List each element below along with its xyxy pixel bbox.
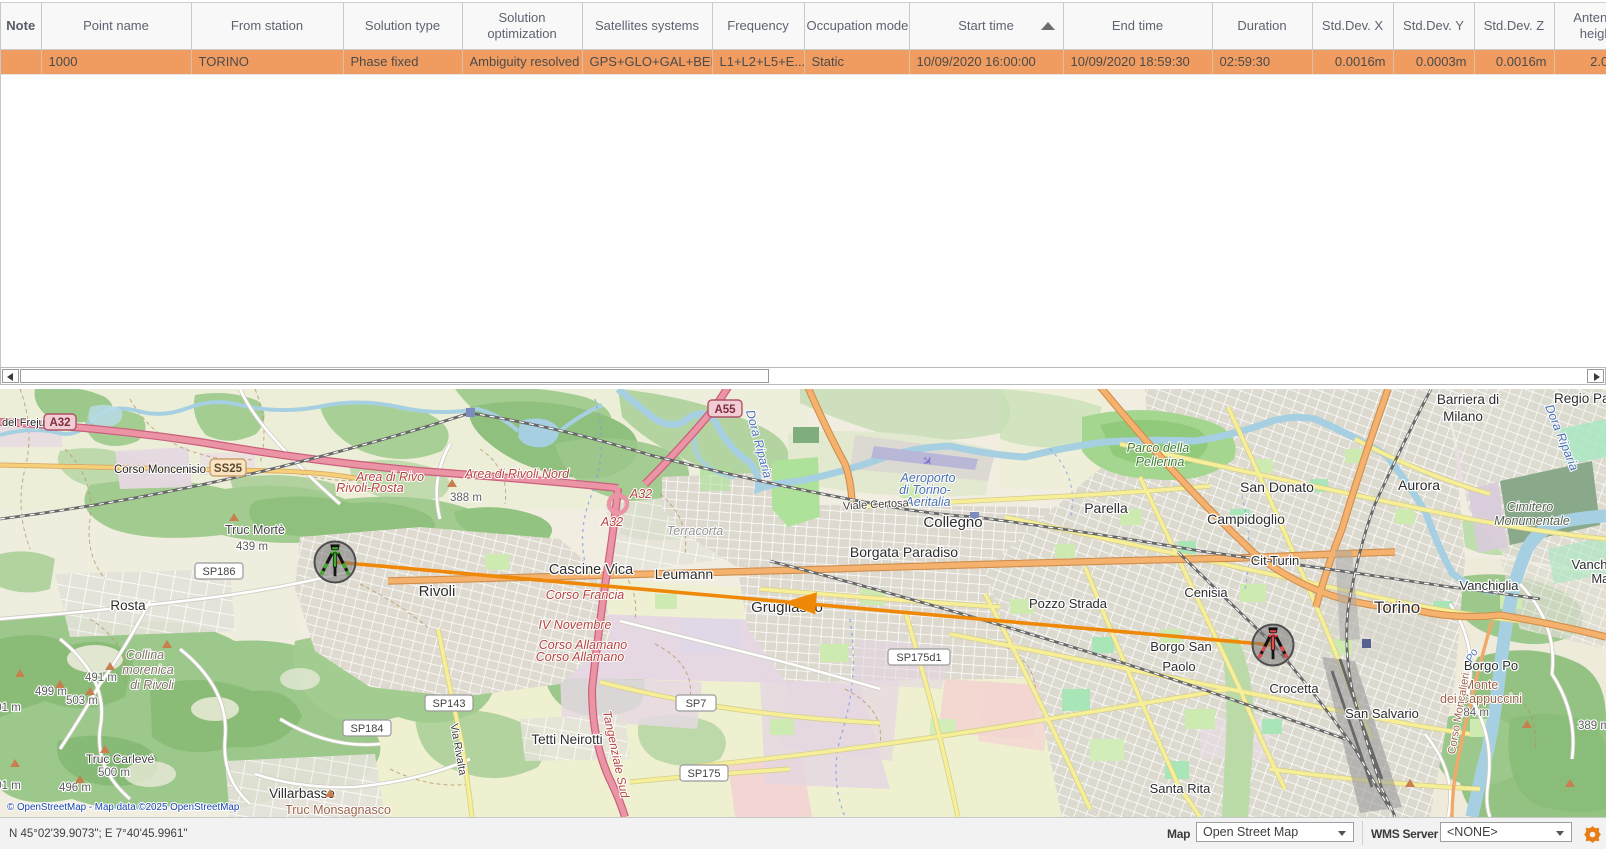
svg-text:Barriera di: Barriera di	[1437, 392, 1499, 407]
svg-text:Truc Mortè: Truc Mortè	[225, 523, 285, 537]
svg-text:Corso Moncenisio: Corso Moncenisio	[114, 464, 206, 476]
svg-text:503 m: 503 m	[66, 695, 98, 707]
svg-text:Cimitero: Cimitero	[1507, 500, 1554, 514]
svg-text:496 m: 496 m	[59, 782, 91, 794]
svg-text:SP7: SP7	[686, 698, 707, 710]
svg-text:Monumentale: Monumentale	[1494, 514, 1570, 528]
svg-text:500 m: 500 m	[98, 767, 130, 779]
svg-text:Cit Turin: Cit Turin	[1251, 553, 1299, 568]
svg-text:Cascine Vica: Cascine Vica	[549, 562, 634, 578]
svg-text:Parco della: Parco della	[1127, 441, 1190, 455]
svg-text:SP143: SP143	[432, 698, 465, 710]
svg-text:439 m: 439 m	[236, 541, 268, 553]
svg-text:SS25: SS25	[214, 463, 243, 475]
svg-text:dei Cappuccini: dei Cappuccini	[1440, 692, 1522, 706]
svg-text:Rivoli-Rosta: Rivoli-Rosta	[336, 481, 403, 495]
svg-text:Aurora: Aurora	[1398, 477, 1440, 493]
svg-text:A55: A55	[714, 404, 736, 416]
svg-text:IV Novembre: IV Novembre	[539, 618, 612, 632]
svg-text:Rivoli: Rivoli	[419, 583, 456, 600]
svg-text:SP175d1: SP175d1	[896, 652, 941, 664]
svg-text:San Donato: San Donato	[1240, 479, 1314, 495]
svg-text:Cenisia: Cenisia	[1184, 585, 1228, 600]
svg-text:Borgata Paradiso: Borgata Paradiso	[850, 544, 958, 560]
svg-text:389 m: 389 m	[1578, 720, 1606, 732]
svg-text:Leumann: Leumann	[655, 566, 713, 582]
svg-text:di Rivoli: di Rivoli	[130, 678, 175, 692]
svg-text:Pozzo Strada: Pozzo Strada	[1029, 596, 1108, 611]
svg-text:Collegno: Collegno	[923, 514, 982, 531]
svg-text:Villarbasse: Villarbasse	[269, 786, 335, 801]
svg-text:Torino: Torino	[1374, 598, 1420, 617]
svg-text:A32: A32	[49, 417, 70, 429]
svg-text:Santa Rita: Santa Rita	[1150, 781, 1211, 796]
svg-text:Corso Allamano: Corso Allamano	[536, 650, 625, 664]
svg-text:San Salvario: San Salvario	[1345, 706, 1419, 721]
svg-text:morenica: morenica	[122, 663, 173, 677]
svg-text:Paolo: Paolo	[1162, 659, 1195, 674]
svg-text:Pellerina: Pellerina	[1136, 455, 1185, 469]
svg-text:Borgo San: Borgo San	[1150, 639, 1211, 654]
svg-text:01 m: 01 m	[0, 780, 21, 792]
svg-text:SP184: SP184	[350, 723, 383, 735]
svg-text:Terracorta: Terracorta	[667, 524, 724, 538]
svg-text:Regio Par: Regio Par	[1554, 391, 1606, 406]
svg-text:SP186: SP186	[202, 566, 235, 578]
svg-text:388 m: 388 m	[450, 492, 482, 504]
svg-text:Aeritalia: Aeritalia	[904, 495, 950, 509]
svg-text:01 m: 01 m	[0, 702, 21, 714]
svg-text:Vanchiglia: Vanchiglia	[1459, 578, 1519, 593]
svg-text:SP175: SP175	[687, 768, 720, 780]
svg-text:A32: A32	[600, 515, 623, 529]
svg-text:Milano: Milano	[1443, 409, 1483, 424]
svg-text:Truc Carlevé: Truc Carlevé	[86, 752, 155, 766]
svg-text:Area di Rivoli Nord: Area di Rivoli Nord	[464, 467, 570, 481]
svg-text:© OpenStreetMap - Map data ©20: © OpenStreetMap - Map data ©2025 OpenStr…	[7, 802, 240, 813]
svg-text:Tetti Neirotti: Tetti Neirotti	[531, 732, 602, 747]
svg-text:Vanchigl: Vanchigl	[1572, 557, 1606, 572]
svg-text:Truc Monsagnasco: Truc Monsagnasco	[285, 803, 391, 817]
svg-text:491 m: 491 m	[85, 672, 117, 684]
svg-text:Mad: Mad	[1591, 571, 1606, 586]
svg-text:Campidoglio: Campidoglio	[1207, 511, 1285, 527]
svg-text:Parella: Parella	[1084, 500, 1128, 516]
svg-text:Rosta: Rosta	[110, 598, 146, 613]
svg-text:Crocetta: Crocetta	[1269, 681, 1319, 696]
svg-text:Collina: Collina	[126, 648, 164, 662]
svg-text:A32: A32	[629, 487, 652, 501]
svg-text:Corso Francia: Corso Francia	[546, 588, 625, 602]
